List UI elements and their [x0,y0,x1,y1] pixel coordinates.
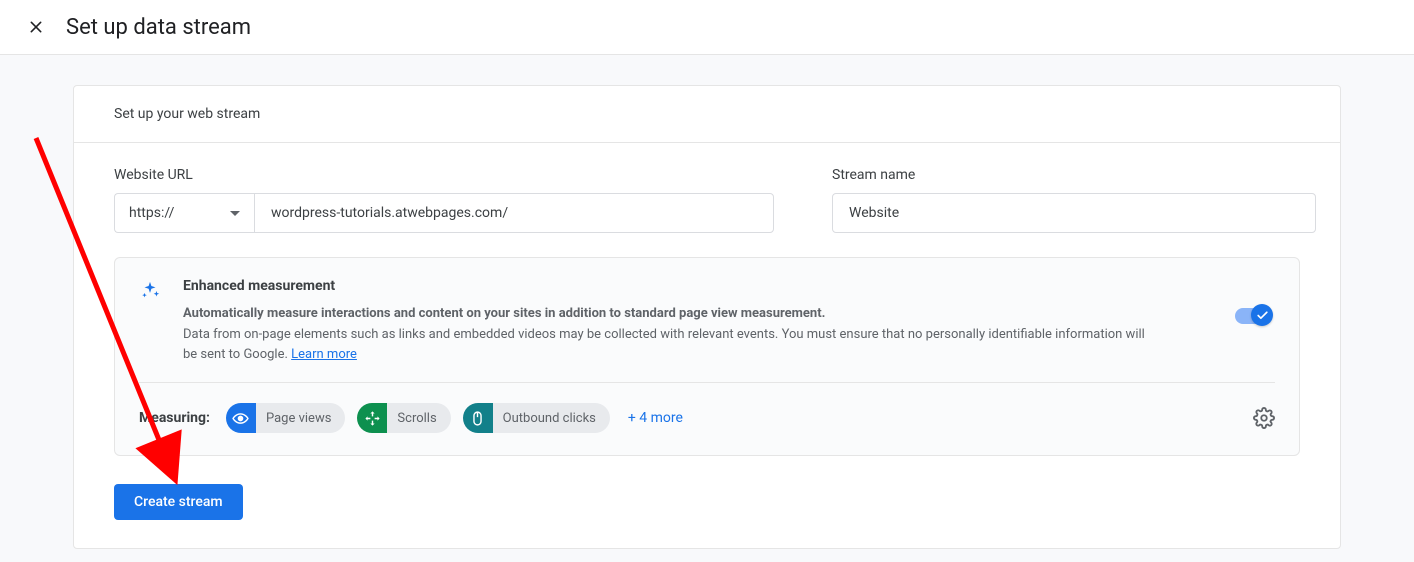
form-row: Website URL https:// Stream name [114,167,1300,233]
card-body: Website URL https:// Stream name [74,143,1340,548]
learn-more-link[interactable]: Learn more [291,347,357,362]
stream-name-input[interactable] [832,193,1316,233]
top-bar: Set up data stream [0,0,1414,55]
url-combo: https:// [114,193,774,233]
enhanced-measurement-panel: Enhanced measurement Automatically measu… [114,257,1300,456]
gear-icon[interactable] [1253,407,1275,429]
chevron-down-icon [230,211,240,216]
measuring-label: Measuring: [139,410,210,426]
website-url-label: Website URL [114,167,774,183]
page-surface: Set up your web stream Website URL https… [0,55,1414,562]
eye-icon [226,403,256,433]
toggle-wrap [1235,278,1275,364]
chip-page-views-label: Page views [256,403,345,433]
create-stream-button[interactable]: Create stream [114,484,243,520]
stream-name-group: Stream name [832,167,1316,233]
scroll-icon [357,403,387,433]
enhanced-desc: Data from on-page elements such as links… [183,325,1155,364]
more-measurements-link[interactable]: + 4 more [628,410,683,426]
chip-page-views: Page views [226,403,345,433]
chip-scrolls: Scrolls [357,403,450,433]
enhanced-toggle[interactable] [1235,308,1271,324]
enhanced-top: Enhanced measurement Automatically measu… [139,278,1275,383]
mouse-icon [463,403,493,433]
check-icon [1251,304,1273,326]
page-title: Set up data stream [66,15,251,40]
protocol-value: https:// [129,205,174,221]
setup-card: Set up your web stream Website URL https… [73,85,1341,549]
website-url-group: Website URL https:// [114,167,774,233]
enhanced-title: Enhanced measurement [183,278,1155,294]
stream-name-label: Stream name [832,167,1316,183]
sparkle-icon [139,278,163,364]
chip-outbound-label: Outbound clicks [493,403,610,433]
chip-outbound: Outbound clicks [463,403,610,433]
close-icon[interactable] [24,15,48,39]
enhanced-bold-line: Automatically measure interactions and c… [183,306,1155,321]
chip-scrolls-label: Scrolls [387,403,450,433]
protocol-select[interactable]: https:// [114,193,254,233]
card-section-title: Set up your web stream [74,86,1340,143]
measuring-row: Measuring: Page views Scrolls [139,383,1275,433]
enhanced-text: Enhanced measurement Automatically measu… [183,278,1215,364]
website-url-input[interactable] [254,193,774,233]
